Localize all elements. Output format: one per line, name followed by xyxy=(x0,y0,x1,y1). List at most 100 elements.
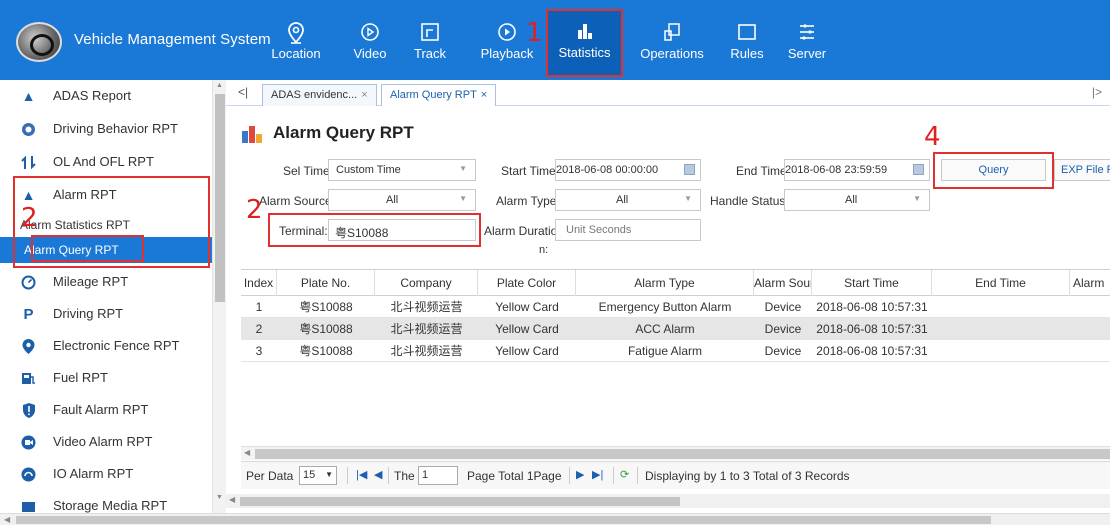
nav-video[interactable]: Video xyxy=(343,0,397,80)
table-cell xyxy=(932,318,1070,340)
column-header-plate-color[interactable]: Plate Color xyxy=(478,270,576,296)
table-horizontal-scrollbar[interactable]: ◀ xyxy=(241,446,1110,460)
calendar-icon[interactable] xyxy=(684,164,695,175)
column-header-end-time[interactable]: End Time xyxy=(932,270,1070,296)
table-cell: 2018-06-08 10:57:31 xyxy=(816,344,928,358)
scroll-left-arrow-icon[interactable]: ◀ xyxy=(229,495,235,504)
scrollbar-thumb[interactable] xyxy=(16,516,991,524)
sidebar-item-fault-alarm[interactable]: Fault Alarm RPT xyxy=(0,394,212,427)
column-header-alarm-type[interactable]: Alarm Type xyxy=(576,270,754,296)
track-icon xyxy=(418,22,442,44)
annotation-step-2-terminal: 2 xyxy=(246,195,263,225)
tab-label: Alarm Query RPT xyxy=(390,89,477,101)
input-value: 2018-06-08 23:59:59 xyxy=(785,164,888,176)
sidebar-item-adas-report[interactable]: ▲ ADAS Report xyxy=(0,80,212,113)
table-row[interactable]: 3 粤S10088 北斗视频运营 Yellow Card Fatigue Ala… xyxy=(241,340,1110,362)
alarm-source-select[interactable]: All ▼ xyxy=(328,189,476,211)
close-icon[interactable]: × xyxy=(481,89,487,101)
terminal-input[interactable]: 粤S10088 xyxy=(328,219,476,241)
sidebar: ▲ ADAS Report Driving Behavior RPT OL An… xyxy=(0,80,212,513)
calendar-icon[interactable] xyxy=(913,164,924,175)
select-value: All xyxy=(845,194,858,206)
table-cell: ACC Alarm xyxy=(635,322,695,336)
nav-track[interactable]: Track xyxy=(403,0,457,80)
column-header-start-time[interactable]: Start Time xyxy=(812,270,932,296)
last-page-icon[interactable]: ▶| xyxy=(592,468,603,481)
column-header-index[interactable]: Index xyxy=(241,270,277,296)
table-cell: Fatigue Alarm xyxy=(627,344,703,358)
table-row[interactable]: 1 粤S10088 北斗视频运营 Yellow Card Emergency B… xyxy=(241,296,1110,318)
sel-time-select[interactable]: Custom Time ▼ xyxy=(328,159,476,181)
handle-status-select[interactable]: All ▼ xyxy=(784,189,930,211)
sidebar-item-mileage[interactable]: Mileage RPT xyxy=(0,266,212,299)
scroll-up-arrow-icon[interactable]: ▲ xyxy=(216,82,223,89)
tab-scroll-left-icon[interactable]: <| xyxy=(238,85,248,99)
column-header-company[interactable]: Company xyxy=(375,270,478,296)
sidebar-item-storage-media[interactable]: Storage Media RPT xyxy=(0,490,212,513)
nav-label: Track xyxy=(413,46,447,61)
prev-page-icon[interactable]: ◀ xyxy=(374,468,382,481)
scrollbar-thumb[interactable] xyxy=(255,449,1110,459)
scroll-left-arrow-icon[interactable]: ◀ xyxy=(244,448,250,457)
tab-scroll-right-icon[interactable]: |> xyxy=(1092,85,1102,99)
table-header: Index Plate No. Company Plate Color Alar… xyxy=(241,270,1110,296)
table-cell: Yellow Card xyxy=(495,344,559,358)
nav-server[interactable]: Server xyxy=(782,0,832,80)
chevron-down-icon: ▼ xyxy=(325,470,333,479)
sidebar-item-fuel[interactable]: Fuel RPT xyxy=(0,362,212,395)
page-horizontal-scrollbar[interactable]: ◀ xyxy=(0,513,1110,525)
sidebar-item-label: Fault Alarm RPT xyxy=(53,402,149,417)
sidebar-scrollbar[interactable]: ▲ ▼ xyxy=(212,80,226,513)
separator xyxy=(347,467,348,484)
end-time-label: End Time: xyxy=(736,164,791,178)
input-value: 2018-06-08 00:00:00 xyxy=(556,164,659,176)
speedometer-icon xyxy=(21,275,36,290)
input-value: 1 xyxy=(422,469,429,481)
alarm-type-label: Alarm Type: xyxy=(496,194,560,208)
per-page-select[interactable]: 15 ▼ xyxy=(299,466,337,485)
nav-rules[interactable]: Rules xyxy=(722,0,772,80)
table-row[interactable]: 2 粤S10088 北斗视频运营 Yellow Card ACC Alarm D… xyxy=(241,318,1110,340)
scroll-down-arrow-icon[interactable]: ▼ xyxy=(216,494,223,501)
nav-operations[interactable]: Operations xyxy=(632,0,712,80)
scrollbar-thumb[interactable] xyxy=(240,497,680,506)
select-value: All xyxy=(616,194,629,206)
operations-icon xyxy=(660,22,684,44)
table-cell: Device xyxy=(764,300,802,314)
alarm-duration-input[interactable]: Unit Seconds xyxy=(555,219,701,241)
next-page-icon[interactable]: ▶ xyxy=(576,468,584,481)
table-cell: 北斗视频运营 xyxy=(390,322,463,336)
sidebar-item-electronic-fence[interactable]: Electronic Fence RPT xyxy=(0,330,212,363)
start-time-input[interactable]: 2018-06-08 00:00:00 xyxy=(555,159,701,181)
first-page-icon[interactable]: |◀ xyxy=(356,468,367,481)
table-cell: 粤S10088 xyxy=(299,322,353,336)
sidebar-item-io-alarm[interactable]: IO Alarm RPT xyxy=(0,458,212,491)
nav-label: Operations xyxy=(640,46,704,61)
content-horizontal-scrollbar[interactable]: ◀ xyxy=(226,494,1110,508)
server-icon xyxy=(795,22,819,44)
column-header-plate-no[interactable]: Plate No. xyxy=(277,270,375,296)
tab-alarm-query-rpt[interactable]: Alarm Query RPT × xyxy=(381,84,497,106)
scroll-left-arrow-icon[interactable]: ◀ xyxy=(4,515,10,524)
export-file-button[interactable]: EXP File F xyxy=(1054,159,1110,181)
sidebar-item-driving[interactable]: P Driving RPT xyxy=(0,298,212,331)
close-icon[interactable]: × xyxy=(361,89,367,101)
refresh-icon[interactable]: ⟳ xyxy=(620,468,629,481)
sidebar-item-driving-behavior[interactable]: Driving Behavior RPT xyxy=(0,113,212,146)
scrollbar-thumb[interactable] xyxy=(215,94,225,302)
column-header-alarm-source[interactable]: Alarm Sour xyxy=(754,270,812,296)
column-header-alarm[interactable]: Alarm xyxy=(1070,270,1110,296)
table-cell: Yellow Card xyxy=(495,322,559,336)
chevron-down-icon: ▼ xyxy=(459,194,467,203)
sidebar-item-label: Mileage RPT xyxy=(53,274,129,289)
page-title: Alarm Query RPT xyxy=(273,123,414,142)
table-cell xyxy=(1070,340,1110,362)
end-time-input[interactable]: 2018-06-08 23:59:59 xyxy=(784,159,930,181)
sidebar-item-video-alarm[interactable]: Video Alarm RPT xyxy=(0,426,212,459)
chevron-down-icon: ▼ xyxy=(684,194,692,203)
alarm-type-select[interactable]: All ▼ xyxy=(555,189,701,211)
nav-location[interactable]: Location xyxy=(263,0,329,80)
sidebar-item-ol-ofl[interactable]: OL And OFL RPT xyxy=(0,146,212,179)
page-number-input[interactable]: 1 xyxy=(418,466,458,485)
tab-adas-evidence[interactable]: ADAS envidenc... × xyxy=(262,84,377,106)
